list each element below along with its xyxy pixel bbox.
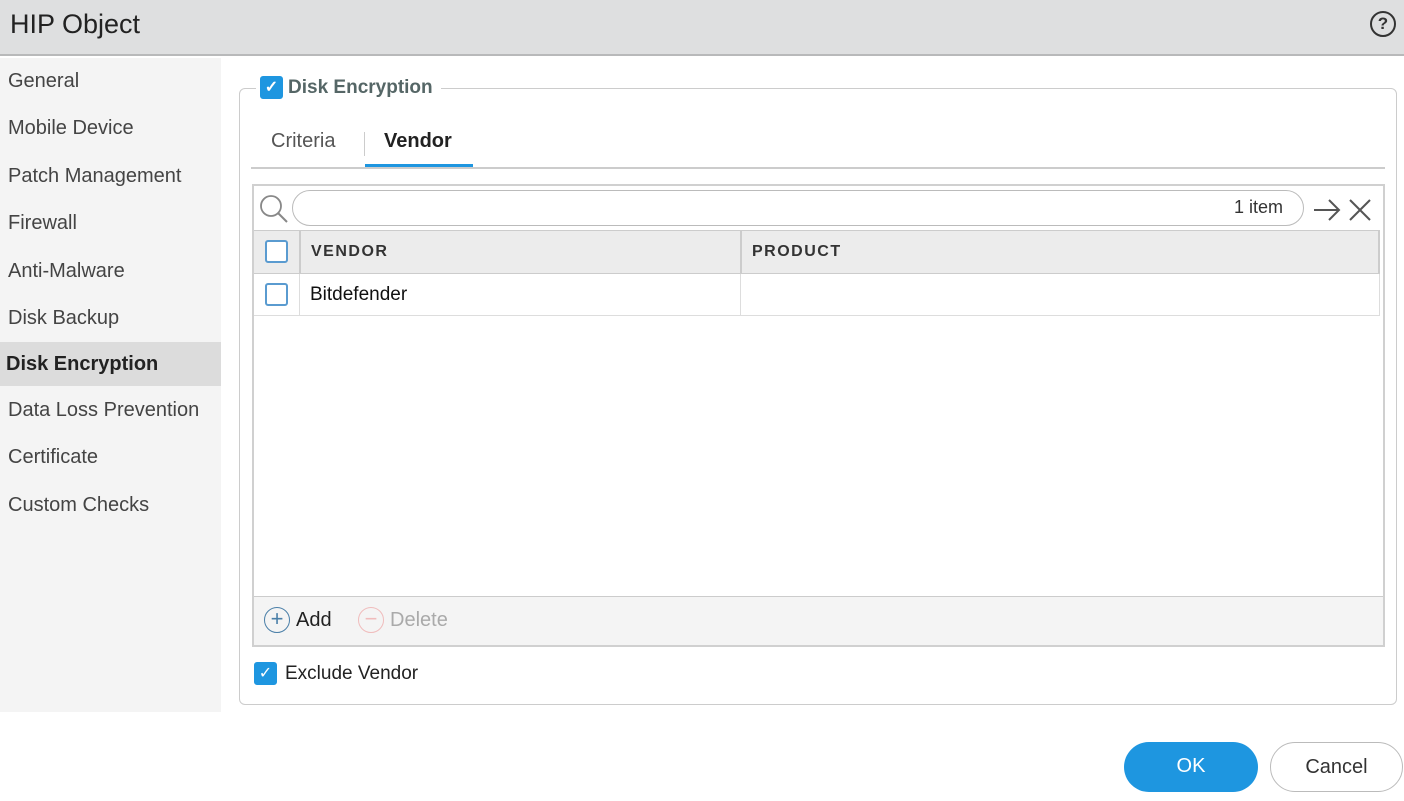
- search-input[interactable]: 1 item: [292, 190, 1304, 226]
- dialog-title: HIP Object: [10, 9, 141, 39]
- tab-vendor[interactable]: Vendor: [384, 130, 452, 153]
- disk-encryption-toggle[interactable]: ✓ Disk Encryption: [256, 76, 441, 99]
- sidebar-item-certificate[interactable]: Certificate: [0, 435, 221, 479]
- sidebar-item-mobile-device[interactable]: Mobile Device: [0, 106, 221, 150]
- sidebar-item-patch-management[interactable]: Patch Management: [0, 154, 221, 198]
- search-icon: [260, 195, 288, 223]
- cell-vendor: Bitdefender: [299, 274, 740, 315]
- select-all-checkbox[interactable]: [265, 240, 288, 263]
- cell-product: [740, 274, 1380, 315]
- ok-button[interactable]: OK: [1124, 742, 1258, 792]
- sidebar-item-general[interactable]: General: [0, 59, 221, 103]
- checkbox-checked-icon: ✓: [254, 662, 277, 685]
- exclude-vendor-label: Exclude Vendor: [285, 662, 419, 684]
- section-label: Disk Encryption: [288, 76, 433, 98]
- grid-toolbar: + Add − Delete: [254, 596, 1383, 645]
- dialog-header: HIP Object ?: [0, 0, 1404, 56]
- tab-bar: Criteria Vendor: [251, 124, 1385, 169]
- sidebar-item-custom-checks[interactable]: Custom Checks: [0, 483, 221, 527]
- sidebar-item-disk-backup[interactable]: Disk Backup: [0, 296, 221, 340]
- minus-icon: −: [358, 607, 384, 633]
- tab-divider: [364, 132, 365, 156]
- arrow-right-icon[interactable]: [1312, 198, 1342, 222]
- sidebar-item-firewall[interactable]: Firewall: [0, 201, 221, 245]
- clear-icon[interactable]: [1348, 198, 1372, 222]
- delete-label: Delete: [390, 608, 448, 631]
- table-header: VENDOR PRODUCT: [254, 230, 1380, 274]
- row-checkbox[interactable]: [265, 283, 288, 306]
- active-tab-indicator: [365, 164, 473, 167]
- column-header-product[interactable]: PRODUCT: [740, 231, 1380, 273]
- vendor-grid: 1 item VENDOR PRODUCT Bitdefender + Add −…: [252, 184, 1385, 647]
- help-icon[interactable]: ?: [1370, 11, 1396, 37]
- add-label: Add: [296, 608, 332, 631]
- sidebar-item-anti-malware[interactable]: Anti-Malware: [0, 249, 221, 293]
- cancel-button[interactable]: Cancel: [1270, 742, 1403, 792]
- search-bar: 1 item: [254, 186, 1383, 230]
- add-button[interactable]: + Add: [264, 607, 332, 633]
- exclude-vendor-checkbox[interactable]: ✓ Exclude Vendor: [254, 662, 418, 685]
- sidebar-item-disk-encryption[interactable]: Disk Encryption: [0, 342, 221, 386]
- plus-icon: +: [264, 607, 290, 633]
- item-count: 1 item: [1233, 197, 1283, 217]
- table-row[interactable]: Bitdefender: [254, 274, 1380, 316]
- checkbox-checked-icon[interactable]: ✓: [260, 76, 283, 99]
- tab-criteria[interactable]: Criteria: [271, 130, 335, 153]
- sidebar-item-data-loss-prevention[interactable]: Data Loss Prevention: [0, 388, 221, 432]
- column-header-vendor[interactable]: VENDOR: [299, 231, 740, 273]
- delete-button[interactable]: − Delete: [358, 607, 448, 633]
- sidebar: General Mobile Device Patch Management F…: [0, 58, 221, 712]
